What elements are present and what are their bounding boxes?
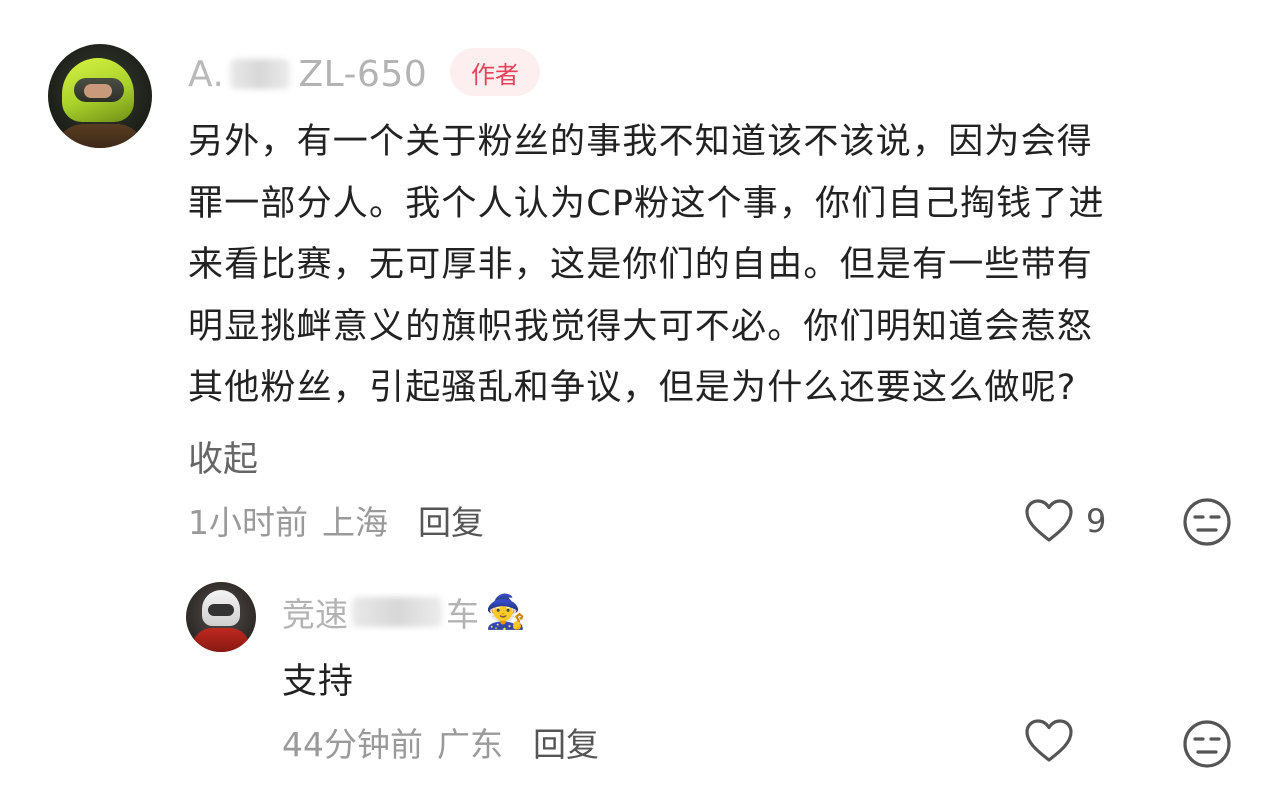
- reply-location: 广东: [437, 725, 503, 764]
- reply-body: 支持: [282, 662, 355, 702]
- dislike-button[interactable]: [1182, 497, 1232, 547]
- username-redaction: [352, 597, 442, 627]
- author-badge: 作者: [450, 48, 540, 96]
- comment-line: 明显挑衅意义的旗帜我觉得大可不必。你们明知道会惹怒: [188, 306, 1094, 347]
- comment-location: 上海: [322, 503, 388, 542]
- avatar-suit: [54, 124, 146, 148]
- commenter-username[interactable]: A. ZL-650: [188, 52, 427, 96]
- comment-time: 1小时前: [188, 503, 308, 542]
- meh-face-icon: [1182, 719, 1232, 769]
- avatar-visor: [208, 604, 234, 616]
- comment-body: 另外，有一个关于粉丝的事我不知道该不该说，因为会得 罪一部分人。我个人认为CP粉…: [188, 112, 1238, 420]
- reply-button[interactable]: 回复: [533, 718, 599, 766]
- avatar-face: [84, 84, 112, 98]
- comment-line: 罪一部分人。我个人认为CP粉这个事，你们自己掏钱了进: [188, 183, 1105, 224]
- heart-outline-icon: [1024, 498, 1074, 544]
- reply-meta: 44分钟前 广东 回复: [282, 718, 599, 766]
- wizard-icon: 🧙: [485, 592, 527, 631]
- avatar-suit: [192, 628, 250, 652]
- collapse-button[interactable]: 收起: [188, 434, 258, 486]
- like-button[interactable]: 9: [1024, 496, 1106, 546]
- comment-thread: A. ZL-650 作者 另外，有一个关于粉丝的事我不知道该不该说，因为会得 罪…: [0, 0, 1280, 794]
- heart-outline-icon: [1024, 718, 1074, 764]
- comment-line: 来看比赛，无可厚非，这是你们的自由。但是有一些带有: [188, 245, 1094, 285]
- username-suffix: 车: [446, 595, 479, 634]
- comment-meta: 1小时前 上海 回复: [188, 496, 484, 544]
- replier-avatar[interactable]: [186, 582, 256, 652]
- username-prefix: 竞速: [282, 595, 348, 634]
- reply-button[interactable]: 回复: [418, 496, 484, 544]
- reply-time: 44分钟前: [282, 725, 423, 764]
- like-button[interactable]: [1024, 718, 1074, 764]
- dislike-button[interactable]: [1182, 719, 1232, 769]
- comment-line: 另外，有一个关于粉丝的事我不知道该不该说，因为会得: [188, 122, 1094, 162]
- meh-face-icon: [1182, 497, 1232, 547]
- like-count: 9: [1086, 502, 1107, 540]
- comment-line: 其他粉丝，引起骚乱和争议，但是为什么还要这么做呢?: [188, 368, 1077, 408]
- username-redaction: [230, 59, 291, 89]
- replier-username[interactable]: 竞速 车 🧙: [282, 590, 526, 634]
- username-prefix: A.: [188, 53, 225, 95]
- commenter-avatar[interactable]: [48, 44, 152, 148]
- username-suffix: ZL-650: [298, 53, 428, 95]
